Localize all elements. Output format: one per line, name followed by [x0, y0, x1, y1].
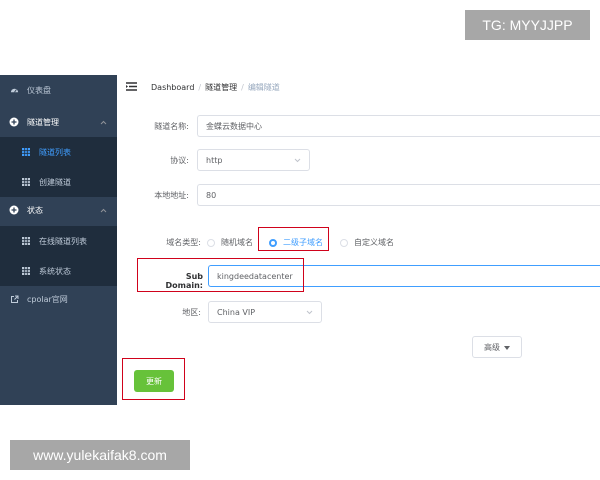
- sidebar-item-online-tunnels[interactable]: 在线隧道列表: [0, 226, 117, 256]
- highlight-box-subdomain: [258, 227, 329, 251]
- caret-down-icon: [504, 343, 510, 352]
- watermark-bottom: www.yulekaifak8.com: [10, 440, 190, 470]
- sidebar-item-label: 仪表盘: [27, 85, 51, 95]
- chevron-up-icon: [100, 206, 107, 215]
- radio-label: 自定义域名: [354, 238, 394, 247]
- advanced-label: 高级: [484, 342, 500, 352]
- grid-icon: [21, 177, 31, 187]
- sidebar-item-label: cpolar官网: [27, 294, 68, 304]
- radio-label: 随机域名: [221, 238, 253, 247]
- radio-random-domain[interactable]: 随机域名: [207, 237, 253, 248]
- sidebar-item-label: 系统状态: [39, 266, 71, 276]
- plus-circle-icon: [9, 205, 19, 215]
- radio-circle: [340, 238, 348, 247]
- local-address-input[interactable]: 80: [197, 184, 600, 206]
- protocol-label: 协议:: [170, 156, 189, 165]
- sidebar-item-status[interactable]: 状态: [0, 195, 117, 225]
- region-label: 地区:: [182, 308, 201, 317]
- sidebar: 仪表盘 隧道管理 隧道列表 创建隧道 状态 在线隧道列表 系统状态 cpolar…: [0, 75, 117, 405]
- sidebar-item-create-tunnel[interactable]: 创建隧道: [0, 167, 117, 197]
- sidebar-item-label: 隧道列表: [39, 147, 71, 157]
- highlight-box-update: [122, 358, 185, 400]
- breadcrumb-edit-tunnel: 编辑隧道: [247, 83, 280, 92]
- tunnel-name-value: 金蝶云数据中心: [206, 121, 262, 131]
- breadcrumb: Dashboard / 隧道管理 / 编辑隧道: [151, 82, 280, 93]
- sidebar-item-cpolar-website[interactable]: cpolar官网: [0, 284, 117, 314]
- sidebar-item-dashboard[interactable]: 仪表盘: [0, 75, 117, 105]
- sidebar-item-label: 在线隧道列表: [39, 236, 87, 246]
- plus-circle-icon: [9, 117, 19, 127]
- breadcrumb-dashboard[interactable]: Dashboard: [151, 83, 194, 92]
- sidebar-item-label: 创建隧道: [39, 177, 71, 187]
- sidebar-item-label: 隧道管理: [27, 117, 59, 127]
- sidebar-item-system-status[interactable]: 系统状态: [0, 256, 117, 286]
- watermark-top: TG: MYYJJPP: [465, 10, 590, 40]
- region-value: China VIP: [217, 307, 256, 317]
- protocol-value: http: [206, 155, 223, 165]
- protocol-select[interactable]: http: [197, 149, 310, 171]
- breadcrumb-separator: /: [198, 83, 202, 92]
- region-select[interactable]: China VIP: [208, 301, 322, 323]
- tunnel-name-input[interactable]: 金蝶云数据中心: [197, 115, 600, 137]
- highlight-box-sub-domain: [137, 258, 304, 292]
- dashboard-icon: [9, 85, 19, 95]
- grid-icon: [21, 236, 31, 246]
- external-link-icon: [9, 294, 19, 304]
- main-content: Dashboard / 隧道管理 / 编辑隧道 隧道名称: 金蝶云数据中心 协议: ht…: [117, 75, 600, 405]
- chevron-down-icon: [294, 156, 301, 165]
- tunnel-name-label: 隧道名称:: [154, 122, 189, 131]
- chevron-down-icon: [306, 308, 313, 317]
- sidebar-item-tunnel-management[interactable]: 隧道管理: [0, 107, 117, 137]
- local-address-value: 80: [206, 190, 217, 200]
- top-navbar: Dashboard / 隧道管理 / 编辑隧道: [117, 75, 600, 100]
- chevron-up-icon: [100, 118, 107, 127]
- hamburger-icon[interactable]: [126, 82, 137, 93]
- grid-icon: [21, 147, 31, 157]
- breadcrumb-separator: /: [241, 83, 244, 92]
- advanced-button[interactable]: 高级: [472, 336, 522, 358]
- radio-custom-domain[interactable]: 自定义域名: [340, 237, 394, 248]
- breadcrumb-tunnel-management[interactable]: 隧道管理: [205, 83, 237, 92]
- domain-type-label: 域名类型:: [166, 238, 201, 247]
- sidebar-item-tunnel-list[interactable]: 隧道列表: [0, 137, 117, 167]
- grid-icon: [21, 266, 31, 276]
- sidebar-item-label: 状态: [27, 205, 43, 215]
- local-address-label: 本地地址:: [154, 191, 189, 200]
- radio-circle: [207, 238, 215, 247]
